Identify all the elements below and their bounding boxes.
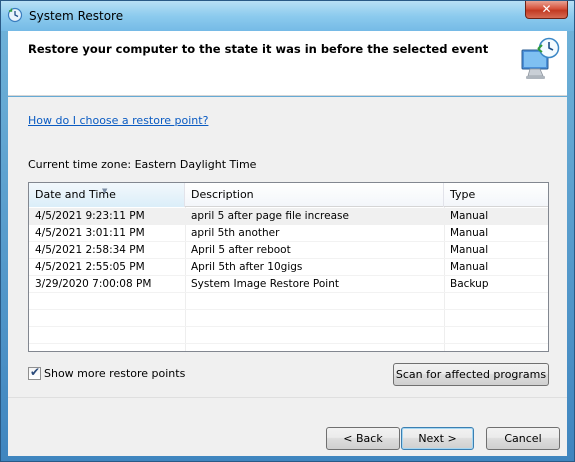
column-description[interactable]: Description: [185, 183, 444, 207]
row-description: April 5th after 10gigs: [191, 261, 303, 273]
table-row[interactable]: 4/5/2021 3:01:11 PM april 5th another Ma…: [29, 225, 548, 242]
row-date: 4/5/2021 3:01:11 PM: [35, 227, 145, 239]
timezone-label: Current time zone: Eastern Daylight Time: [28, 158, 257, 171]
help-link[interactable]: How do I choose a restore point?: [28, 114, 208, 127]
table-row[interactable]: 4/5/2021 2:55:05 PM April 5th after 10gi…: [29, 259, 548, 276]
table-row[interactable]: 4/5/2021 9:23:11 PM april 5 after page f…: [29, 208, 548, 225]
column-type[interactable]: Type: [444, 183, 548, 207]
row-date: 4/5/2021 2:58:34 PM: [35, 244, 145, 256]
row-description: April 5 after reboot: [191, 244, 291, 256]
show-more-checkbox[interactable]: ✔: [28, 365, 41, 380]
content-panel: How do I choose a restore point? Current…: [8, 97, 567, 397]
next-button[interactable]: Next >: [401, 427, 474, 450]
footer-panel: < Back Next > Cancel: [8, 397, 567, 456]
column-label: Description: [191, 188, 254, 201]
system-restore-icon: [7, 7, 23, 23]
header-panel: Restore your computer to the state it wa…: [8, 31, 567, 96]
back-button[interactable]: < Back: [326, 427, 400, 450]
cancel-button[interactable]: Cancel: [486, 427, 560, 450]
table-row[interactable]: 3/29/2020 7:00:08 PM System Image Restor…: [29, 276, 548, 293]
grid-divider: [29, 326, 548, 327]
checkmark-icon: ✔: [30, 365, 41, 379]
table-header: ▼ Date and Time Description Type: [29, 183, 548, 207]
row-date: 4/5/2021 9:23:11 PM: [35, 210, 145, 222]
title-bar[interactable]: System Restore ✕: [1, 1, 574, 31]
system-restore-window: System Restore ✕ Restore your computer t…: [0, 0, 575, 462]
row-description: april 5 after page file increase: [191, 210, 349, 222]
row-description: System Image Restore Point: [191, 278, 339, 290]
row-type: Manual: [450, 261, 489, 273]
row-type: Manual: [450, 210, 489, 222]
row-date: 3/29/2020 7:00:08 PM: [35, 278, 152, 290]
sort-arrow-icon: ▼: [102, 187, 108, 195]
column-date-and-time[interactable]: ▼ Date and Time: [29, 183, 185, 207]
system-restore-monitor-icon: [516, 36, 562, 82]
restore-points-table[interactable]: ▼ Date and Time Description Type 4/5/202…: [28, 182, 549, 352]
grid-divider: [29, 343, 548, 344]
row-description: april 5th another: [191, 227, 280, 239]
row-date: 4/5/2021 2:55:05 PM: [35, 261, 145, 273]
close-button[interactable]: ✕: [525, 1, 568, 19]
page-title: Restore your computer to the state it wa…: [28, 42, 489, 56]
row-type: Backup: [450, 278, 489, 290]
table-row[interactable]: 4/5/2021 2:58:34 PM April 5 after reboot…: [29, 242, 548, 259]
scan-affected-programs-button[interactable]: Scan for affected programs: [393, 363, 549, 386]
row-type: Manual: [450, 244, 489, 256]
show-more-label: Show more restore points: [44, 367, 186, 380]
row-type: Manual: [450, 227, 489, 239]
grid-divider: [29, 309, 548, 310]
column-label: Type: [450, 188, 476, 201]
window-title: System Restore: [29, 9, 124, 23]
